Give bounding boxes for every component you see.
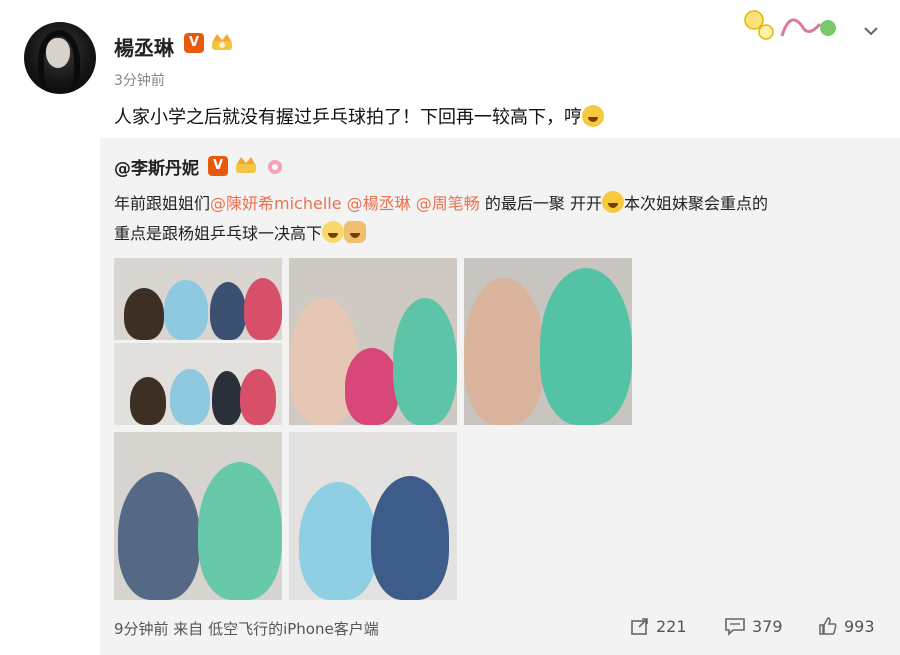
author-name[interactable]: 楊丞琳 bbox=[114, 32, 174, 61]
share-count: 221 bbox=[656, 617, 687, 636]
photo-3[interactable] bbox=[289, 258, 457, 425]
mention-link[interactable]: @楊丞琳 bbox=[347, 194, 411, 213]
post-text-content: 人家小学之后就没有握过乒乓球拍了！下回再一较高下，哼 bbox=[114, 107, 582, 128]
like-icon bbox=[819, 617, 837, 635]
comment-icon bbox=[725, 618, 745, 636]
crying-emoji-icon bbox=[582, 105, 604, 127]
surprised-emoji-icon bbox=[601, 191, 624, 213]
share-icon bbox=[631, 618, 648, 635]
chevron-down-icon[interactable] bbox=[862, 22, 880, 40]
flower-badge-icon bbox=[268, 160, 282, 174]
avatar-face bbox=[46, 38, 70, 68]
photo-2[interactable] bbox=[114, 343, 282, 425]
repost-card[interactable]: @李斯丹妮 V 年前跟姐姐们@陳妍希michelle @楊丞琳 @周笔畅 的最后… bbox=[100, 138, 900, 655]
photo-4[interactable] bbox=[464, 258, 632, 425]
comment-count: 379 bbox=[752, 617, 783, 636]
repost-time-source: 9分钟前 来自 低空飞行的iPhone客户端 bbox=[114, 620, 379, 638]
share-button[interactable]: 221 bbox=[630, 616, 687, 636]
repost-verified-badge-icon: V bbox=[208, 156, 228, 176]
repost-text-line1: 年前跟姐姐们@陳妍希michelle @楊丞琳 @周笔畅 的最后一聚 开开 本次姐… bbox=[114, 190, 768, 214]
repost-author-name[interactable]: @李斯丹妮 bbox=[114, 159, 199, 179]
photo-1[interactable] bbox=[114, 258, 282, 340]
photo-6[interactable] bbox=[289, 432, 457, 600]
repost-text-prefix: 年前跟姐姐们 bbox=[114, 194, 211, 213]
repost-author[interactable]: @李斯丹妮 bbox=[114, 154, 199, 179]
verified-badge-icon: V bbox=[184, 33, 204, 53]
comment-button[interactable]: 379 bbox=[724, 616, 783, 636]
member-crown-icon bbox=[212, 34, 232, 50]
glasses-emoji-icon bbox=[322, 221, 345, 243]
vlog-sticker bbox=[744, 10, 836, 40]
repost-text-line2-content: 重点是跟杨姐乒乓球一决高下 bbox=[114, 224, 323, 243]
mention-link[interactable]: @周笔畅 bbox=[416, 194, 480, 213]
repost-text-mid: 的最后一聚 开开 bbox=[479, 194, 602, 213]
avatar[interactable] bbox=[24, 22, 96, 94]
repost-text-line2: 重点是跟杨姐乒乓球一决高下 bbox=[114, 220, 367, 244]
doge-emoji-icon bbox=[344, 221, 367, 243]
repost-crown-icon bbox=[236, 157, 256, 173]
post-time: 3分钟前 bbox=[114, 73, 165, 89]
like-button[interactable]: 993 bbox=[818, 616, 875, 636]
photo-5[interactable] bbox=[114, 432, 282, 600]
repost-text-suffix: 本次姐妹聚会重点的 bbox=[623, 194, 768, 213]
post-text: 人家小学之后就没有握过乒乓球拍了！下回再一较高下，哼 bbox=[114, 103, 604, 129]
weibo-post: 楊丞琳 V 3分钟前 人家小学之后就没有握过乒乓球拍了！下回再一较高下，哼 @李… bbox=[0, 0, 900, 655]
like-count: 993 bbox=[844, 617, 875, 636]
mention-link[interactable]: @陳妍希michelle bbox=[210, 194, 342, 213]
